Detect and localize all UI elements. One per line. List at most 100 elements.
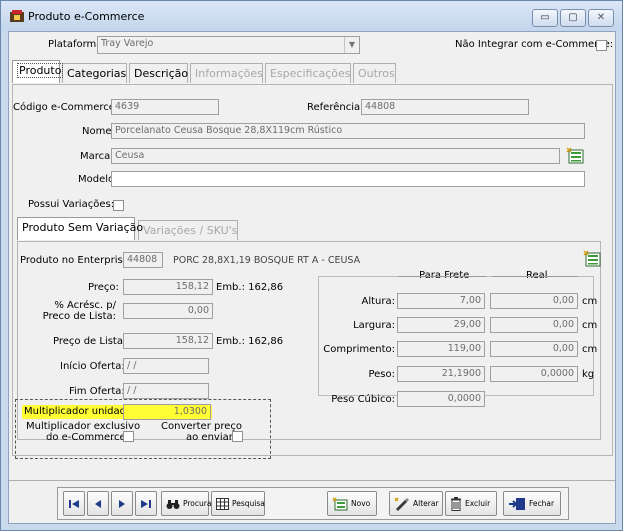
frete-header-line <box>398 276 486 277</box>
tab-outros[interactable]: Outros <box>353 63 396 83</box>
fechar-button[interactable]: Fechar <box>503 491 561 516</box>
nome-label: Nome: <box>82 126 115 137</box>
largura-label: Largura: <box>353 320 395 331</box>
real-header-line <box>492 276 578 277</box>
new-record-icon <box>332 497 348 511</box>
chevron-down-icon: ▼ <box>344 37 359 53</box>
excluir-button[interactable]: Excluir <box>445 491 497 516</box>
preco-field[interactable]: 158,12 <box>123 279 213 295</box>
peso-unit: kg <box>582 369 595 380</box>
acresc-label-line1: % Acrésc. p/ <box>54 300 116 311</box>
possui-variacoes-checkbox[interactable] <box>113 200 124 211</box>
next-record-button[interactable] <box>111 491 133 516</box>
tab-especificacoes[interactable]: Especificações <box>265 63 351 83</box>
binoculars-icon <box>166 499 180 509</box>
modelo-field[interactable] <box>111 171 585 187</box>
first-record-icon <box>69 500 79 508</box>
tab-produto-sem-variacao[interactable]: Produto Sem Variação <box>17 217 143 240</box>
first-record-button[interactable] <box>63 491 85 516</box>
tab-descricao[interactable]: Descrição <box>129 63 188 83</box>
mult-exclusivo-checkbox[interactable] <box>123 431 134 442</box>
largura-unit: cm <box>582 320 598 331</box>
marca-field[interactable]: Ceusa <box>111 148 560 164</box>
form-client-area: Plataforma: Tray Varejo ▼ Não Integrar c… <box>8 31 616 524</box>
title-bar[interactable]: Produto e-Commerce ▭ ▢ ✕ <box>1 1 622 31</box>
converter-label-line1: Converter preço <box>161 421 242 432</box>
window-title: Produto e-Commerce <box>28 10 145 23</box>
last-record-button[interactable] <box>135 491 157 516</box>
peso-real-field[interactable]: 0,0000 <box>490 366 578 382</box>
procurar-button[interactable]: Procurar <box>161 491 215 516</box>
preco-label: Preço: <box>88 282 119 293</box>
preco-lista-label: Preço de Lista: <box>53 336 127 347</box>
referencia-label: Referência: <box>307 102 364 113</box>
enterprise-code-field[interactable]: 44808 <box>123 252 163 268</box>
peso-frete-field[interactable]: 21,1900 <box>397 366 485 382</box>
edit-icon <box>394 497 409 511</box>
app-icon <box>10 10 24 22</box>
comprimento-label: Comprimento: <box>323 344 395 355</box>
grid-icon <box>216 498 229 510</box>
main-tabs: Produto Categorias Descrição Informações… <box>12 60 612 85</box>
variacao-tabs: Produto Sem Variação Variações / SKU's <box>17 217 317 242</box>
marca-label: Marca: <box>80 151 114 162</box>
referencia-field[interactable]: 44808 <box>361 99 529 115</box>
preco-emb-label: Emb.: 162,86 <box>216 282 284 293</box>
acresc-field[interactable]: 0,00 <box>123 303 213 319</box>
sem-variacao-panel: Produto no Enterprise: 44808 PORC 28,8X1… <box>15 241 601 459</box>
previous-record-button[interactable] <box>87 491 109 516</box>
inicio-oferta-field[interactable]: / / <box>123 358 209 374</box>
altura-unit: cm <box>582 296 598 307</box>
marca-lookup-icon[interactable] <box>566 147 584 164</box>
codigo-label: Código e-Commerce: <box>13 102 119 113</box>
enterprise-label: Produto no Enterprise: <box>20 255 133 266</box>
nao-integrar-label: Não Integrar com e-Commerce: <box>455 39 614 50</box>
preco-lista-field[interactable]: 158,12 <box>123 333 213 349</box>
multiplicador-field[interactable]: 1,0300 <box>123 404 211 420</box>
tab-variacoes-skus[interactable]: Variações / SKU's <box>138 220 238 240</box>
largura-real-field[interactable]: 0,00 <box>490 317 578 333</box>
possui-variacoes-label: Possui Variações: <box>28 199 115 210</box>
nome-field[interactable]: Porcelanato Ceusa Bosque 28,8X119cm Rúst… <box>111 123 585 139</box>
comprimento-unit: cm <box>582 344 598 355</box>
maximize-button[interactable]: ▢ <box>560 9 586 27</box>
comprimento-frete-field[interactable]: 119,00 <box>397 341 485 357</box>
produto-panel: Código e-Commerce: 4639 Referência: 4480… <box>12 84 613 459</box>
last-record-icon <box>141 500 151 508</box>
pesquisa-button[interactable]: Pesquisa <box>211 491 265 516</box>
peso-label: Peso: <box>368 369 395 380</box>
exit-door-icon <box>509 498 525 510</box>
acresc-label-line2: Preco de Lista: <box>42 311 116 322</box>
largura-frete-field[interactable]: 29,00 <box>397 317 485 333</box>
nao-integrar-checkbox[interactable] <box>596 40 607 51</box>
altura-label: Altura: <box>361 296 396 307</box>
mult-exclusivo-label-line2: do e-Commerce: <box>46 432 130 443</box>
alterar-button[interactable]: Alterar <box>389 491 443 516</box>
previous-record-icon <box>95 500 101 508</box>
tab-categorias[interactable]: Categorias <box>62 63 127 83</box>
plataforma-select[interactable]: Tray Varejo ▼ <box>97 36 360 54</box>
converter-checkbox[interactable] <box>232 431 243 442</box>
preco-lista-emb-label: Emb.: 162,86 <box>216 336 284 347</box>
comprimento-real-field[interactable]: 0,00 <box>490 341 578 357</box>
fim-oferta-label: Fim Oferta: <box>69 386 125 397</box>
trash-icon <box>451 497 461 511</box>
altura-frete-field[interactable]: 7,00 <box>397 293 485 309</box>
tab-informacoes[interactable]: Informações <box>190 63 263 83</box>
converter-label-line2: ao enviar: <box>186 432 237 443</box>
peso-cubico-label: Peso Cúbico: <box>331 394 395 405</box>
plataforma-value: Tray Varejo <box>101 38 154 49</box>
enterprise-desc: PORC 28,8X1,19 BOSQUE RT A - CEUSA <box>173 255 361 266</box>
tab-produto[interactable]: Produto <box>12 60 64 83</box>
codigo-field[interactable]: 4639 <box>111 99 219 115</box>
peso-cubico-field[interactable]: 0,0000 <box>397 391 485 407</box>
app-window: Produto e-Commerce ▭ ▢ ✕ Plataforma: Tra… <box>0 0 623 531</box>
multiplicador-label: Multiplicador unidade: <box>24 406 136 417</box>
novo-button[interactable]: Novo <box>327 491 377 516</box>
fim-oferta-field[interactable]: / / <box>123 383 209 399</box>
close-button[interactable]: ✕ <box>588 9 614 27</box>
enterprise-lookup-icon[interactable] <box>583 250 601 267</box>
altura-real-field[interactable]: 0,00 <box>490 293 578 309</box>
minimize-button[interactable]: ▭ <box>532 9 558 27</box>
inicio-oferta-label: Início Oferta: <box>60 361 125 372</box>
